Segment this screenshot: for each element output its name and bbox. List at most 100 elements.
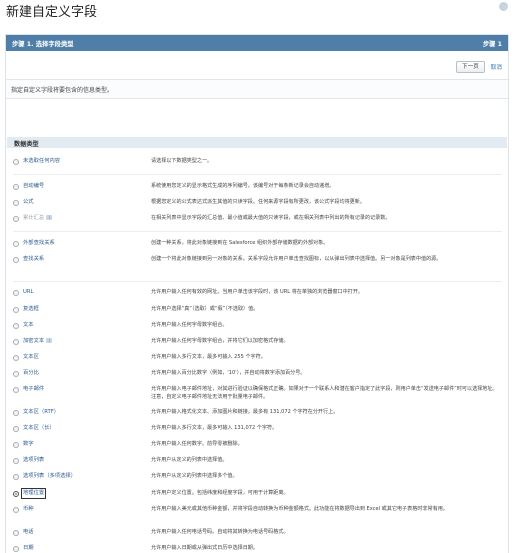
data-type-description: 允许用户输入多行文本，最多可输入 255 个字符。: [151, 354, 266, 360]
data-type-option[interactable]: 文本: [13, 322, 147, 330]
data-type-option[interactable]: 电话: [13, 529, 147, 537]
data-type-option[interactable]: 数字: [13, 441, 147, 449]
data-type-radio[interactable]: [13, 322, 19, 329]
data-type-radio[interactable]: [13, 183, 19, 190]
data-type-radio[interactable]: [13, 506, 19, 513]
data-type-radio[interactable]: [13, 158, 19, 165]
data-type-radio[interactable]: [13, 240, 19, 247]
data-type-radio[interactable]: [13, 457, 19, 464]
data-type-radio[interactable]: [13, 256, 19, 263]
data-type-label: 百分比: [23, 370, 39, 376]
data-type-option[interactable]: 电子邮件: [13, 386, 147, 401]
data-type-row: 文本 允许用户输入任何字母数字组合。: [13, 322, 502, 330]
data-type-row: 文本区（RTF） 允许用户输入格式化文本、添加图片和链接。最多有 131,072 …: [13, 409, 502, 417]
info-icon[interactable]: i: [46, 215, 53, 220]
data-type-description: 允许用户输入百分比数字（例如，'10'），并自动将数字添加百分号。: [151, 370, 306, 376]
cancel-link[interactable]: 取消: [491, 63, 502, 71]
data-type-description: 允许用户定义位置。包括纬度和经度字段，可用于计算距离。: [151, 490, 289, 496]
data-type-option[interactable]: 加密文本 i: [13, 338, 147, 346]
data-type-row: 未选取任何内容 请选择以下数据类型之一。: [13, 158, 502, 166]
step-header: 步骤 1. 选择字段类型 步骤 1: [6, 35, 508, 51]
group-divider: [13, 231, 502, 232]
instruction-text: 指定自定义字段将要包含的信息类型。: [6, 79, 508, 99]
data-type-option[interactable]: 文本区: [13, 354, 147, 362]
data-type-section-header: 数据类型: [7, 137, 507, 148]
data-type-radio[interactable]: [13, 473, 19, 480]
data-type-radio[interactable]: [13, 354, 19, 361]
data-type-label: 外部查找关系: [23, 240, 55, 246]
info-icon[interactable]: i: [46, 338, 53, 343]
data-type-row: 累计汇总 i 在相关列表中显示字段的汇总值、最小值或最大值的只读字段，或在相关列表中…: [13, 215, 502, 223]
data-type-description: 允许用户输入任何有效的网址。当用户单击该字段时，该 URL 将在单独的浏览器窗口…: [151, 289, 364, 295]
data-type-row: 选项列表（多项选择） 允许用户从定义的列表中选择多个值。: [13, 473, 502, 481]
data-type-radio[interactable]: [13, 409, 19, 416]
next-button[interactable]: 下一页: [456, 61, 485, 73]
data-type-option[interactable]: 地理位置: [13, 488, 147, 499]
data-type-radio[interactable]: [13, 199, 19, 206]
data-type-description: 根据您定义的公式表达式派生其值的只读字段。任何来源字段有所更改，该公式字段均将更…: [151, 199, 365, 205]
data-type-description: 允许用户输入电子邮件地址，对其进行验证以确保格式正确。如果对于一个联系人和潜在客…: [151, 386, 498, 400]
data-type-radio[interactable]: [13, 490, 19, 497]
data-type-option[interactable]: URL: [13, 289, 147, 297]
wizard-card: 步骤 1. 选择字段类型 步骤 1 下一页 取消 指定自定义字段将要包含的信息类…: [5, 34, 509, 553]
data-type-row: 文本区（长） 允许用户输入多行文本，最多可输入 131,072 个字符。: [13, 425, 502, 433]
data-type-radio[interactable]: [13, 441, 19, 448]
data-type-option[interactable]: 日期: [13, 545, 147, 553]
data-type-row: 查找关系 创建一个将此对象链接到另一对象的关系。关系字段允许用户单击查找图标，以从…: [13, 256, 502, 264]
data-type-description: 在相关列表中显示字段的汇总值、最小值或最大值的只读字段，或在相关列表中列出的所有…: [151, 215, 391, 221]
group-divider: [13, 174, 502, 175]
step-indicator: 步骤 1: [482, 40, 502, 48]
data-type-row: 加密文本 i 允许用户输入任何字母数字组合，并将它们以加密格式存储。: [13, 338, 502, 346]
data-type-row: 电话 允许用户输入任何电话号码。自动将其转换为电话号码格式。: [13, 529, 502, 537]
data-type-label: 文本: [23, 322, 34, 328]
data-type-description: 允许用户输入任何字母数字组合，并将它们以加密格式存储。: [151, 338, 289, 344]
data-type-label: 数字: [23, 441, 34, 447]
data-type-radio[interactable]: [13, 529, 19, 536]
data-type-radio[interactable]: [13, 386, 19, 393]
data-type-radio: [13, 215, 19, 222]
data-type-label: 地理位置: [20, 488, 47, 499]
data-type-radio[interactable]: [13, 338, 19, 345]
data-type-row: 外部查找关系 创建一种关系，将此对象链接到在 Salesforce 组织外部存储数…: [13, 240, 502, 248]
data-type-option[interactable]: 复选框: [13, 306, 147, 314]
data-type-label: 文本区（RTF）: [23, 409, 60, 415]
data-type-description: 允许用户输入任何电话号码。自动将其转换为电话号码格式。: [151, 529, 289, 535]
data-type-row: 公式 根据您定义的公式表达式派生其值的只读字段。任何来源字段有所更改，该公式字段均…: [13, 199, 502, 207]
data-type-radio[interactable]: [13, 370, 19, 377]
data-type-label: 文本区（长）: [23, 425, 55, 431]
data-type-label: 日期: [23, 545, 34, 551]
step-title: 步骤 1. 选择字段类型: [12, 40, 74, 48]
data-type-row: 复选框 允许用户选择“真”（选取）或“假”（不选取）值。: [13, 306, 502, 314]
data-type-label: 选项列表: [23, 457, 45, 463]
data-type-label: 公式: [23, 199, 34, 205]
page-title: 新建自定义字段: [6, 5, 98, 20]
data-type-option[interactable]: 文本区（RTF）: [13, 409, 147, 417]
data-type-option[interactable]: 文本区（长）: [13, 425, 147, 433]
data-type-description: 允许用户选择“真”（选取）或“假”（不选取）值。: [151, 306, 259, 312]
data-type-description: 允许用户输入多行文本，最多可输入 131,072 个字符。: [151, 425, 278, 431]
data-type-option[interactable]: 公式: [13, 199, 147, 207]
data-type-option[interactable]: 自动编号: [13, 183, 147, 191]
data-type-row: 电子邮件 允许用户输入电子邮件地址，对其进行验证以确保格式正确。如果对于一个联系人…: [13, 386, 502, 401]
data-type-label: 选项列表（多项选择）: [23, 473, 76, 479]
data-type-option[interactable]: 选项列表（多项选择）: [13, 473, 147, 481]
data-type-option[interactable]: 查找关系: [13, 256, 147, 264]
data-type-radio[interactable]: [13, 545, 19, 552]
data-type-radio[interactable]: [13, 289, 19, 296]
data-type-option[interactable]: 币种: [13, 506, 147, 514]
data-type-label: 电话: [23, 529, 34, 535]
top-button-row: 下一页 取消: [456, 61, 502, 73]
data-type-row: 数字 允许用户输入任何数字。前导零被删除。: [13, 441, 502, 449]
help-icon[interactable]: [499, 2, 508, 11]
data-type-option[interactable]: 百分比: [13, 370, 147, 378]
data-type-radio[interactable]: [13, 425, 19, 432]
data-type-option[interactable]: 外部查找关系: [13, 240, 147, 248]
data-type-row: 文本区 允许用户输入多行文本，最多可输入 255 个字符。: [13, 354, 502, 362]
data-type-label: 累计汇总: [23, 215, 45, 221]
data-type-option[interactable]: 未选取任何内容: [13, 158, 147, 166]
data-type-radio[interactable]: [13, 306, 19, 313]
data-type-label: 查找关系: [23, 256, 45, 262]
data-type-label: 复选框: [23, 306, 39, 312]
data-type-option[interactable]: 选项列表: [13, 457, 147, 465]
data-type-label: URL: [23, 289, 34, 295]
